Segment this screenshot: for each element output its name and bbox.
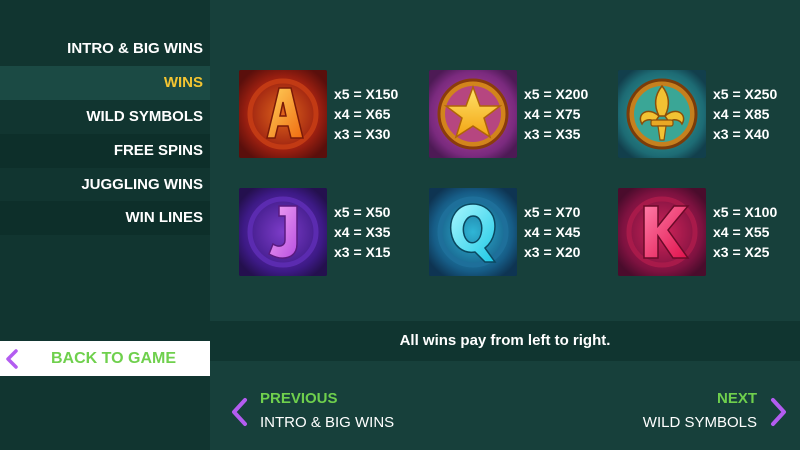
payout-x5: x5 = X70	[524, 204, 581, 220]
sidebar-item-juggling-wins[interactable]: JUGGLING WINS	[0, 168, 210, 202]
star-symbol-icon	[429, 70, 517, 158]
payout-x3: x3 = X40	[713, 126, 770, 142]
symbol-card-fleur-de-lis: x5 = X250 x4 = X85 x3 = X40	[618, 70, 798, 160]
next-label: NEXT	[716, 390, 757, 407]
letter-k-symbol-icon	[618, 188, 706, 276]
fleur-de-lis-symbol-icon	[618, 70, 706, 158]
sidebar-item-wins[interactable]: WINS	[0, 66, 210, 100]
payout-x4: x4 = X85	[713, 106, 770, 122]
payout-x5: x5 = X200	[524, 86, 589, 102]
paytable-panel: x5 = X150 x4 = X65 x3 = X30 x5 = X200 x4…	[210, 0, 800, 450]
payout-x5: x5 = X250	[713, 86, 778, 102]
letter-q-symbol-icon	[429, 188, 517, 276]
payout-x3: x3 = X20	[524, 244, 581, 260]
payout-x4: x4 = X35	[334, 224, 391, 240]
sidebar-item-intro-big-wins[interactable]: INTRO & BIG WINS	[0, 32, 210, 66]
chevron-right-icon	[771, 398, 786, 426]
back-to-game-label: BACK TO GAME	[51, 350, 177, 367]
symbol-card-q: x5 = X70 x4 = X45 x3 = X20	[429, 188, 609, 278]
back-to-game-button[interactable]: BACK TO GAME	[0, 341, 210, 376]
symbol-card-star: x5 = X200 x4 = X75 x3 = X35	[429, 70, 609, 160]
chevron-left-icon	[6, 349, 18, 369]
payout-x3: x3 = X25	[713, 244, 770, 260]
payout-list: x5 = X150 x4 = X65 x3 = X30	[334, 84, 398, 144]
previous-page-button[interactable]: PREVIOUS INTRO & BIG WINS	[230, 384, 420, 434]
letter-a-symbol-icon	[239, 70, 327, 158]
previous-label: PREVIOUS	[260, 390, 338, 407]
payout-list: x5 = X50 x4 = X35 x3 = X15	[334, 202, 390, 262]
sidebar-item-wild-symbols[interactable]: WILD SYMBOLS	[0, 100, 210, 134]
payout-list: x5 = X100 x4 = X55 x3 = X25	[713, 202, 777, 262]
payout-list: x5 = X200 x4 = X75 x3 = X35	[524, 84, 588, 144]
win-direction-note: All wins pay from left to right.	[210, 321, 800, 361]
symbol-card-j: x5 = X50 x4 = X35 x3 = X15	[239, 188, 419, 278]
sidebar-item-free-spins[interactable]: FREE SPINS	[0, 134, 210, 168]
next-page-button[interactable]: NEXT WILD SYMBOLS	[598, 384, 788, 434]
payout-x4: x4 = X65	[334, 106, 391, 122]
letter-j-symbol-icon	[239, 188, 327, 276]
sidebar-menu: INTRO & BIG WINS WINS WILD SYMBOLS FREE …	[0, 0, 210, 450]
next-page-name: WILD SYMBOLS	[642, 414, 757, 431]
payout-x5: x5 = X100	[713, 204, 778, 220]
payout-x4: x4 = X75	[524, 106, 581, 122]
payout-x3: x3 = X35	[524, 126, 581, 142]
previous-page-name: INTRO & BIG WINS	[260, 414, 395, 431]
payout-list: x5 = X70 x4 = X45 x3 = X20	[524, 202, 580, 262]
payout-x4: x4 = X55	[713, 224, 770, 240]
sidebar-item-win-lines[interactable]: WIN LINES	[0, 201, 210, 235]
symbol-card-a: x5 = X150 x4 = X65 x3 = X30	[239, 70, 419, 160]
payout-list: x5 = X250 x4 = X85 x3 = X40	[713, 84, 777, 144]
payout-x5: x5 = X50	[334, 204, 391, 220]
payout-x4: x4 = X45	[524, 224, 581, 240]
payout-x3: x3 = X15	[334, 244, 391, 260]
payout-x3: x3 = X30	[334, 126, 391, 142]
chevron-left-icon	[232, 398, 247, 426]
payout-x5: x5 = X150	[334, 86, 399, 102]
symbol-card-k: x5 = X100 x4 = X55 x3 = X25	[618, 188, 798, 278]
